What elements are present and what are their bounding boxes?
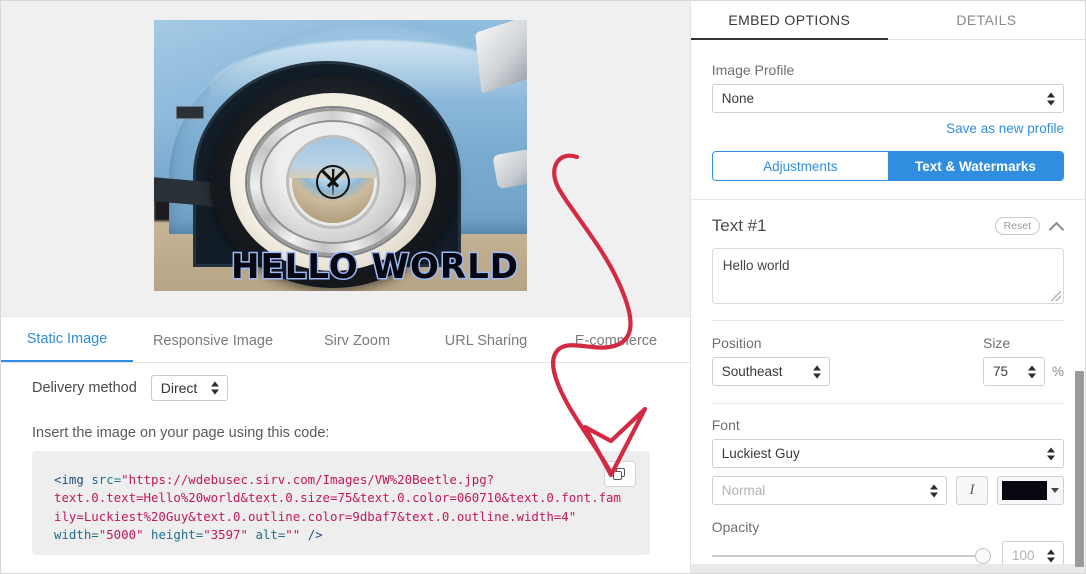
size-label: Size [982,335,1011,351]
code-val-height: "3597" [203,527,248,543]
size-unit: % [1051,364,1064,379]
code-close-tag: /> [307,527,323,543]
position-value: Southeast [721,364,783,379]
tab-responsive-image[interactable]: Responsive Image [133,333,293,362]
right-panel-body: Image Profile None Save as new profile A… [690,40,1085,573]
code-val-alt: "" [285,527,301,543]
chevron-updown-icon [930,484,938,497]
slider-track [711,554,991,557]
embed-code-text[interactable]: <img src="https://wdebusec.sirv.com/Imag… [54,471,628,545]
image-profile-label: Image Profile [711,62,795,78]
size-field: Size 75 % [982,335,1064,386]
hubcap-inner-ring [260,120,406,244]
save-as-new-profile-link[interactable]: Save as new profile [712,121,1064,136]
preview-image[interactable]: HELLO WORLD [154,20,527,291]
tab-url-sharing[interactable]: URL Sharing [421,333,551,362]
tab-details[interactable]: DETAILS [888,1,1085,39]
font-label: Font [711,417,740,433]
font-style-row: Normal I [691,476,1085,505]
text-content-textarea[interactable]: Hello world [711,248,1064,304]
code-attr-height: height= [151,527,204,543]
image-profile-value: None [721,91,755,106]
panel-bottom-strip [690,564,1085,573]
position-size-row: Position Southeast Size 75 % [691,335,1085,386]
delivery-tabs: Static Image Responsive Image Sirv Zoom … [1,317,690,363]
resize-grip-icon[interactable] [1051,291,1061,301]
delivery-method-value: Direct [160,380,198,396]
car-badge [176,106,204,119]
hubcap [289,138,377,226]
text-block-header: Text #1 Reset [691,200,1085,236]
font-weight-value: Normal [721,483,766,498]
adjustments-button[interactable]: Adjustments [712,152,888,180]
font-divider [711,403,1064,404]
image-profile-select[interactable]: None [711,84,1064,113]
font-section: Font Luckiest Guy [691,417,1085,468]
delivery-method-label: Delivery method [32,380,137,396]
position-label: Position [711,335,762,351]
code-attr-src: src= [91,472,122,487]
right-pane: EMBED OPTIONS DETAILS Image Profile None… [689,1,1085,573]
whitewall [230,93,436,271]
chevron-down-icon [1051,488,1059,493]
text-divider [711,320,1064,321]
hubcap-outer-ring [247,108,419,256]
position-select[interactable]: Southeast [711,357,830,386]
opacity-label: Opacity [711,519,760,535]
chevron-updown-icon [210,381,219,395]
delivery-method-select[interactable]: Direct [150,375,228,401]
left-pane: HELLO WORLD Static Image Responsive Imag… [1,1,690,573]
insert-code-instruction: Insert the image on your page using this… [32,425,330,441]
copy-icon [613,467,626,481]
italic-button[interactable]: I [956,476,988,505]
chevron-updown-icon [812,365,821,378]
opacity-slider[interactable] [711,547,991,565]
code-attr-width: width= [54,527,99,543]
code-src-value: "https://wdebusec.sirv.com/Images/VW%20B… [121,472,495,487]
text-color-picker[interactable] [997,476,1064,505]
code-tag: <img [54,472,84,487]
tab-ecommerce[interactable]: E-commerce [551,333,681,362]
right-panel-tabs: EMBED OPTIONS DETAILS [690,1,1085,40]
spinner-updown-icon[interactable] [1027,365,1036,378]
slider-knob[interactable] [975,547,991,564]
panel-scrollbar-track[interactable] [1074,1,1085,573]
chevron-up-icon[interactable] [1051,222,1064,230]
sirv-image-editor-window: HELLO WORLD Static Image Responsive Imag… [0,0,1086,574]
embed-code-block: <img src="https://wdebusec.sirv.com/Imag… [32,451,650,555]
tab-sirv-zoom[interactable]: Sirv Zoom [293,333,421,362]
spinner-updown-icon[interactable] [1047,549,1055,562]
image-preview-area: HELLO WORLD [1,1,690,317]
text-content-value: Hello world [722,258,790,273]
copy-code-button[interactable] [603,461,636,487]
mode-segmented-control: Adjustments Text & Watermarks [711,151,1064,181]
tab-embed-options[interactable]: EMBED OPTIONS [690,1,889,40]
opacity-value: 100 [1012,548,1035,563]
tab-static-image[interactable]: Static Image [1,331,133,362]
car-bumper-lower [492,148,527,190]
font-family-value: Luckiest Guy [721,446,800,461]
text-watermarks-button[interactable]: Text & Watermarks [887,152,1063,180]
vw-logo-icon [316,165,350,199]
font-family-select[interactable]: Luckiest Guy [711,439,1064,468]
chevron-updown-icon [1047,447,1055,460]
color-swatch [1002,481,1047,500]
image-profile-section: Image Profile None Save as new profile A… [691,40,1085,181]
watermark-text: HELLO WORLD [229,246,519,289]
font-weight-select[interactable]: Normal [711,476,947,505]
code-val-width: "5000" [98,527,144,543]
panel-scrollbar-thumb[interactable] [1075,371,1084,567]
text-block-title: Text #1 [711,216,767,235]
code-query-line2: text.0.text=Hello%20world&text.0.size=75… [54,490,621,506]
chevron-updown-icon [1047,92,1055,105]
reset-button[interactable]: Reset [994,217,1040,235]
size-value: 75 [992,364,1009,379]
delivery-method-row: Delivery method Direct [1,363,690,413]
position-field: Position Southeast [711,335,872,386]
size-input[interactable]: 75 [982,357,1045,386]
code-query-line3: ily=Luckiest%20Guy&text.0.outline.color=… [54,508,577,524]
opacity-section: Opacity [691,519,1085,535]
code-attr-alt: alt= [255,527,286,543]
